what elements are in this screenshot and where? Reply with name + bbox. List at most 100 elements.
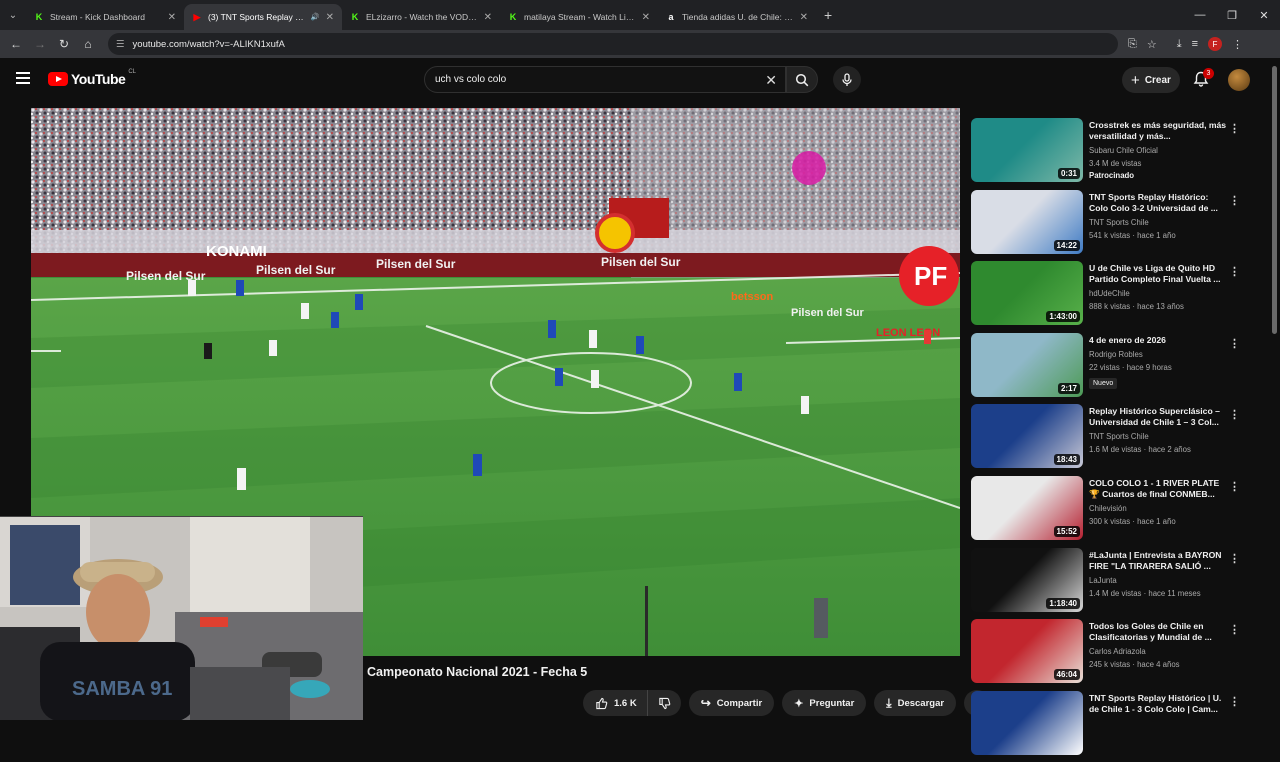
maximize-icon[interactable]: ❐	[1216, 0, 1248, 30]
more-options-icon[interactable]: ⋮	[1229, 122, 1240, 135]
duration-badge: 18:43	[1053, 454, 1080, 466]
browser-tab[interactable]: ▶ (3) TNT Sports Replay Histó 🔊 ✕	[184, 4, 342, 30]
reload-icon[interactable]: ↻	[52, 37, 76, 51]
ask-label: Preguntar	[809, 697, 855, 709]
forward-icon[interactable]: →	[28, 37, 52, 51]
recommendation-thumbnail[interactable]: 2:17	[971, 332, 1083, 397]
channel-name[interactable]: Carlos Adriazola	[1089, 647, 1229, 656]
recommendation-thumbnail[interactable]: 0:31	[971, 118, 1083, 182]
more-options-icon[interactable]: ⋮	[1229, 194, 1240, 207]
channel-name[interactable]: Subaru Chile Oficial	[1089, 146, 1229, 155]
channel-name[interactable]: Chilevisión	[1089, 504, 1229, 513]
channel-name[interactable]: TNT Sports Chile	[1089, 432, 1229, 441]
search-button[interactable]	[786, 66, 818, 93]
recommendation-title[interactable]: Crosstrek es más seguridad, más versatil…	[1089, 120, 1229, 142]
duration-badge: 1:43:00	[1046, 311, 1080, 323]
plus-icon: +	[1131, 71, 1140, 89]
account-avatar[interactable]	[1228, 69, 1250, 91]
duration-badge: 46:04	[1053, 669, 1080, 681]
search-input[interactable]: uch vs colo colo ✕	[424, 66, 786, 93]
recommendation-title[interactable]: COLO COLO 1 - 1 RIVER PLATE 🏆 Cuartos de…	[1089, 478, 1229, 500]
channel-name[interactable]: hdUdeChile	[1089, 289, 1229, 298]
recommendation-item[interactable]: 1:18:40 #LaJunta | Entrevista a BAYRON FI…	[971, 547, 1251, 620]
more-options-icon[interactable]: ⋮	[1229, 265, 1240, 278]
video-title: Campeonato Nacional 2021 - Fecha 5	[367, 665, 588, 679]
tab-search-icon[interactable]: ⌄	[0, 0, 26, 30]
tab-close-icon[interactable]: ✕	[642, 12, 650, 23]
home-icon[interactable]: ⌂	[76, 37, 100, 51]
search-icon	[795, 73, 809, 86]
browser-tab[interactable]: Kmatilaya Stream - Watch Live o ✕	[500, 4, 658, 30]
youtube-logo[interactable]: YouTube CL	[48, 69, 136, 87]
recommendation-title[interactable]: TNT Sports Replay Histórico | U. de Chil…	[1089, 693, 1229, 715]
site-info-icon[interactable]: ☰	[116, 39, 125, 50]
more-options-icon[interactable]: ⋮	[1229, 337, 1240, 350]
recommendation-item[interactable]: 46:04 Todos los Goles de Chile en Clasifi…	[971, 619, 1251, 691]
recommendation-item[interactable]: TNT Sports Replay Histórico | U. de Chil…	[971, 690, 1251, 762]
browser-menu-icon[interactable]: ⋮	[1232, 38, 1243, 51]
channel-name[interactable]: TNT Sports Chile	[1089, 218, 1229, 227]
tab-close-icon[interactable]: ✕	[168, 12, 176, 23]
download-icon[interactable]: ⤓	[1177, 38, 1182, 51]
tab-favicon-icon: a	[668, 12, 674, 22]
recommendation-item[interactable]: 0:31 Crosstrek es más seguridad, más vers…	[971, 118, 1251, 190]
voice-search-button[interactable]	[833, 66, 861, 93]
recommendation-meta: Crosstrek es más seguridad, más versatil…	[1089, 118, 1229, 190]
youtube-play-icon	[48, 72, 68, 86]
recommendation-item[interactable]: 2:17 4 de enero de 2026 Rodrigo Robles 22 v…	[971, 332, 1251, 405]
dislike-button[interactable]	[646, 690, 681, 716]
recommendation-thumbnail[interactable]: 1:43:00	[971, 261, 1083, 326]
channel-name[interactable]: LaJunta	[1089, 576, 1229, 585]
browser-tab[interactable]: K ELzizarro - Watch the VOD on ✕	[342, 4, 500, 30]
install-icon[interactable]: ⎘	[1128, 38, 1137, 51]
minimize-icon[interactable]: —	[1184, 0, 1216, 30]
recommendation-title[interactable]: 4 de enero de 2026	[1089, 335, 1229, 346]
more-options-icon[interactable]: ⋮	[1229, 408, 1240, 421]
recommendation-thumbnail[interactable]: 14:22	[971, 189, 1083, 254]
like-button[interactable]: 1.6 K	[583, 690, 647, 716]
recommendation-thumbnail[interactable]: 46:04	[971, 619, 1083, 684]
recommendation-title[interactable]: #LaJunta | Entrevista a BAYRON FIRE "LA …	[1089, 550, 1229, 572]
more-options-icon[interactable]: ⋮	[1229, 623, 1240, 636]
recommendation-title[interactable]: U de Chile vs Liga de Quito HD Partido C…	[1089, 263, 1229, 285]
bookmark-star-icon[interactable]: ☆	[1147, 38, 1157, 51]
reading-list-icon[interactable]: ≡	[1192, 38, 1198, 50]
tab-close-icon[interactable]: ✕	[484, 12, 492, 23]
download-button[interactable]: ⤓ Descargar	[874, 690, 957, 716]
tab-close-icon[interactable]: ✕	[800, 12, 808, 23]
url-field[interactable]: ☰ youtube.com/watch?v=-ALIKN1xufA	[108, 33, 1118, 55]
recommendation-item[interactable]: 15:52 COLO COLO 1 - 1 RIVER PLATE 🏆 Cuart…	[971, 475, 1251, 548]
new-tab-button[interactable]: +	[824, 7, 832, 23]
recommendation-thumbnail[interactable]: 1:18:40	[971, 547, 1083, 612]
tab-audio-icon[interactable]: 🔊	[311, 13, 320, 21]
ask-button[interactable]: ✦ Preguntar	[782, 690, 867, 716]
scrollbar-thumb[interactable]	[1272, 66, 1277, 334]
browser-tab[interactable]: a Tienda adidas U. de Chile: Cam ✕	[658, 4, 816, 30]
profile-avatar[interactable]: F	[1207, 37, 1222, 51]
recommendation-meta: TNT Sports Replay Histórico | U. de Chil…	[1089, 691, 1229, 762]
browser-tab[interactable]: K Stream - Kick Dashboard ✕	[26, 4, 184, 30]
recommendation-title[interactable]: Replay Histórico Superclásico – Universi…	[1089, 406, 1229, 428]
recommendation-item[interactable]: 1:43:00 U de Chile vs Liga de Quito HD Pa…	[971, 261, 1251, 333]
recommendation-item[interactable]: 14:22 TNT Sports Replay Histórico: Colo C…	[971, 189, 1251, 262]
recommendation-title[interactable]: TNT Sports Replay Histórico: Colo Colo 3…	[1089, 192, 1229, 214]
clear-search-icon[interactable]: ✕	[765, 72, 777, 89]
recommendation-thumbnail[interactable]: 18:43	[971, 404, 1083, 469]
tab-favicon-icon: K	[509, 12, 517, 22]
channel-name[interactable]: Rodrigo Robles	[1089, 350, 1229, 359]
more-options-icon[interactable]: ⋮	[1229, 695, 1240, 708]
menu-icon[interactable]	[16, 72, 30, 84]
recommendation-thumbnail[interactable]: 15:52	[971, 475, 1083, 540]
tab-close-icon[interactable]: ✕	[326, 12, 334, 23]
share-icon: ↪	[700, 696, 711, 710]
more-options-icon[interactable]: ⋮	[1229, 480, 1240, 493]
back-icon[interactable]: ←	[4, 37, 28, 51]
share-button[interactable]: ↪ Compartir	[688, 690, 775, 716]
recommendation-thumbnail[interactable]	[971, 690, 1083, 755]
create-button[interactable]: + Crear	[1122, 67, 1180, 93]
more-options-icon[interactable]: ⋮	[1229, 552, 1240, 565]
download-arrow-icon: ⤓	[886, 695, 892, 710]
close-window-icon[interactable]: ✕	[1248, 0, 1280, 30]
recommendation-title[interactable]: Todos los Goles de Chile en Clasificator…	[1089, 621, 1229, 643]
recommendation-item[interactable]: 18:43 Replay Histórico Superclásico – Uni…	[971, 404, 1251, 476]
